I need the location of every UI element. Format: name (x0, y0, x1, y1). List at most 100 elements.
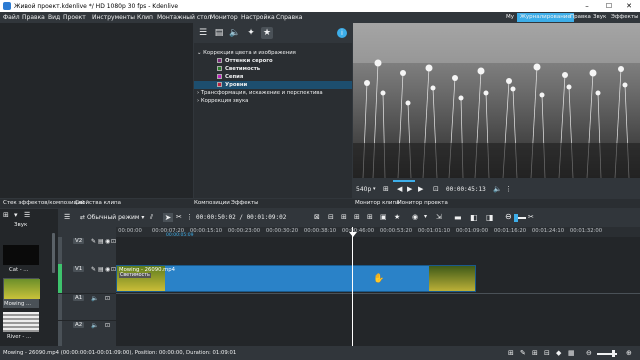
edit-mode-select[interactable]: ⇄ Обычный режим ▾ (80, 214, 144, 221)
layout-logging[interactable]: Журналирование (517, 13, 574, 22)
track-label-a1[interactable]: A1 (73, 295, 85, 301)
menu-monitor[interactable]: Монитор (210, 14, 238, 21)
tab-clip-properties[interactable]: Свойства клипа (75, 200, 121, 206)
menu-help[interactable]: Справка (276, 14, 302, 21)
pen-icon[interactable]: ✎ (91, 266, 96, 273)
menu-settings[interactable]: Настройка (241, 14, 275, 21)
play-icon[interactable]: ▶ (407, 185, 412, 193)
menu-view[interactable]: Вид (48, 14, 60, 21)
custom-effects-icon[interactable]: ✦ (245, 27, 257, 39)
insert-icon[interactable]: ⇲ (436, 213, 442, 221)
film-icon[interactable]: ▤ (98, 266, 104, 273)
playlist-icon[interactable]: ⊞ (383, 185, 389, 193)
volume-icon[interactable]: 🔈 (91, 322, 98, 329)
razor-icon[interactable]: ⫽ (150, 213, 153, 222)
tab-compositions[interactable]: Композиции (194, 200, 230, 206)
lock-icon[interactable]: ⊡ (105, 295, 110, 302)
layout-my[interactable]: My (503, 13, 517, 22)
volume-icon[interactable]: 🔈 (91, 295, 98, 302)
select-tool-icon[interactable]: ➤ (163, 213, 173, 222)
zoom-out-icon[interactable]: ⊖ (586, 349, 592, 357)
bin-scrollbar[interactable] (52, 233, 55, 273)
tab-project-monitor[interactable]: Монитор проекта (397, 200, 448, 206)
tab-clip-monitor[interactable]: Монитор клипа (355, 200, 399, 206)
tree-category[interactable]: ⌄ Коррекция цвета и изображения (194, 49, 352, 57)
record-icon[interactable]: ◉ (412, 213, 418, 221)
layout-effects[interactable]: Эффекты (608, 13, 640, 22)
settings-icon[interactable]: ⋮ (505, 185, 512, 193)
markers-icon[interactable]: ⊞ (367, 213, 373, 221)
favorite-star-icon[interactable]: ★ (394, 213, 400, 221)
menu-timeline[interactable]: Монтажный стол (157, 14, 211, 21)
tree-category[interactable]: › Трансформация, искажение и перспектива (194, 89, 352, 97)
track-label-v2[interactable]: V2 (73, 238, 85, 244)
track-label-v1[interactable]: V1 (73, 266, 85, 272)
bin-item-cat[interactable]: Cat - ... (3, 245, 39, 273)
zoom-handle[interactable] (514, 214, 518, 222)
folder-icon[interactable]: ▾ (14, 211, 18, 219)
markers-icon[interactable]: ◆ (556, 349, 561, 357)
cut-icon[interactable]: ✂ (176, 213, 182, 221)
eye-icon[interactable]: ◉ (105, 266, 110, 273)
timeline-clip[interactable]: Mowing - 26090.mp4 Светимость ✋ (116, 265, 476, 292)
tree-item[interactable]: Сепия (194, 73, 352, 81)
zone-in-icon[interactable]: ◧ (470, 213, 478, 222)
zoom-in-icon[interactable]: ⊕ (626, 349, 632, 357)
lock-icon[interactable]: ⊡ (111, 238, 116, 245)
volume-icon[interactable]: 🔈 (493, 185, 502, 193)
eye-icon[interactable]: ◉ (105, 238, 110, 245)
video-effects-icon[interactable]: ▤ (213, 27, 225, 39)
menu-file[interactable]: Файл (3, 14, 20, 21)
zoom-out-icon[interactable]: ⊖ (505, 212, 512, 221)
add-clip-icon[interactable]: ⊞ (3, 211, 9, 219)
menu-tools[interactable]: Инструменты (92, 14, 135, 21)
video-preview[interactable] (353, 23, 640, 178)
zone-out-icon[interactable]: ◨ (486, 213, 494, 222)
menu-project[interactable]: Проект (63, 14, 86, 21)
timeline-timecode[interactable]: 00:00:50:02 / 00:01:09:02 (196, 214, 286, 221)
minimize-button[interactable]: – (576, 0, 598, 12)
tab-effects[interactable]: Эффекты (231, 200, 259, 206)
tree-category[interactable]: › Коррекция звука (194, 97, 352, 105)
preview-icon[interactable]: ⊞ (508, 349, 514, 357)
tree-item[interactable]: Оттенки серого (194, 57, 352, 65)
chevron-down-icon[interactable]: ▾ (424, 213, 427, 220)
monitor-timecode[interactable]: 00:00:45:13 (446, 186, 486, 193)
maximize-button[interactable]: ☐ (598, 0, 620, 12)
tree-item-selected[interactable]: Уровни (194, 81, 352, 89)
audio-icon[interactable]: ⊟ (544, 349, 550, 357)
list-icon[interactable]: ☰ (197, 27, 209, 39)
bin-item-mowing[interactable]: Mowing ... (3, 278, 40, 308)
layout-audio[interactable]: Звук (590, 13, 609, 22)
chevron-down-icon[interactable]: ▾ (373, 186, 376, 192)
audio-thumb-icon[interactable]: ⊞ (341, 213, 347, 221)
tab-effect-stack[interactable]: Стек эффектов/композиций (3, 200, 84, 206)
snap-icon[interactable]: ▦ (568, 349, 575, 357)
forward-icon[interactable]: ▶ (418, 185, 423, 193)
playhead[interactable] (352, 227, 353, 346)
pen-icon[interactable]: ✎ (91, 238, 96, 245)
bin-item-river[interactable]: River - ... (3, 312, 39, 340)
tree-item[interactable]: Светимость (194, 65, 352, 73)
zoom-select[interactable]: 540p (356, 186, 371, 193)
thumbs-icon[interactable]: ⊞ (532, 349, 538, 357)
menu-icon[interactable]: ☰ (24, 211, 30, 219)
timeline-ruler[interactable]: 00:00:05:09 00:00:00 00:00:07:20 00:00:15:… (116, 227, 640, 238)
film-icon[interactable]: ▤ (98, 238, 104, 245)
overwrite-icon[interactable]: ▬ (454, 213, 462, 222)
zoom-handle[interactable] (612, 350, 615, 357)
lock-icon[interactable]: ⊡ (105, 322, 110, 329)
menu-clip[interactable]: Клип (137, 14, 153, 21)
rewind-icon[interactable]: ◀ (397, 185, 402, 193)
snap-icon[interactable]: ⊟ (328, 213, 334, 221)
cut-tool-icon[interactable]: ✂ (528, 213, 534, 221)
zoom-fit-icon[interactable]: ⊠ (314, 213, 320, 221)
close-button[interactable]: ✕ (618, 0, 640, 12)
track-menu-icon[interactable]: ☰ (64, 213, 70, 221)
video-thumb-icon[interactable]: ⊞ (354, 213, 360, 221)
loop-icon[interactable]: ⊡ (433, 185, 439, 193)
keyframe-icon[interactable]: ✎ (520, 349, 526, 357)
track-label-a2[interactable]: A2 (73, 322, 85, 328)
lock-icon[interactable]: ▣ (380, 213, 387, 221)
favorites-icon[interactable]: ★ (261, 27, 273, 39)
